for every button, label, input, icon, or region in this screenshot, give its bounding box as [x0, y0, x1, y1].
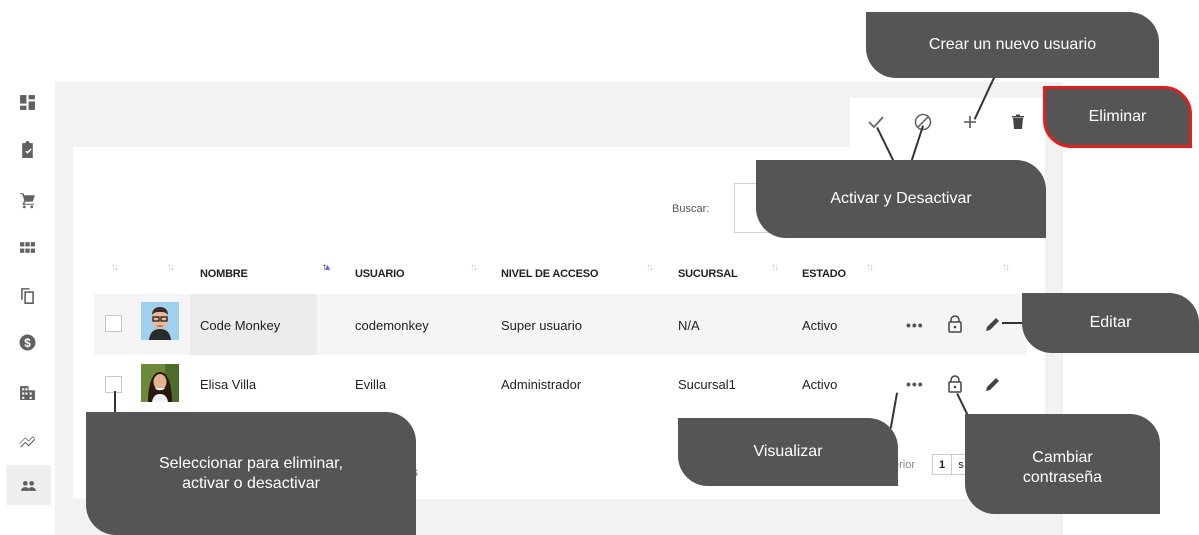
- deactivate-button[interactable]: [911, 110, 935, 134]
- column-header-usuario[interactable]: USUARIO: [355, 268, 405, 280]
- edit-button[interactable]: [983, 374, 1003, 394]
- sidebar-item-users[interactable]: [6, 465, 51, 505]
- callout-select-line1: Seleccionar para eliminar,: [158, 454, 344, 472]
- trash-icon: [1012, 114, 1024, 129]
- callout-view: Visualizar: [678, 418, 898, 486]
- cell-sucursal: Sucursal1: [678, 377, 736, 392]
- callout-activate-deactivate: Activar y Desactivar: [756, 160, 1046, 238]
- avatar: [141, 364, 179, 402]
- cell-sucursal: N/A: [678, 318, 700, 333]
- trending-icon: [19, 435, 35, 447]
- callout-edit: Editar: [1022, 293, 1199, 353]
- user-photo-icon: [141, 302, 179, 340]
- sidebar-item-grid[interactable]: [0, 227, 55, 267]
- sort-toggle-avatar-col[interactable]: ↑↓: [167, 262, 175, 273]
- activate-button[interactable]: [864, 110, 888, 134]
- callout-password-line2: contraseña: [1022, 469, 1103, 486]
- sidebar-item-finance[interactable]: $: [0, 322, 55, 362]
- edit-button[interactable]: [983, 314, 1003, 334]
- cell-usuario: Evilla: [355, 377, 387, 392]
- change-password-button[interactable]: [946, 314, 964, 334]
- callout-password-line1: Cambiar: [1032, 449, 1093, 466]
- cell-nombre: Code Monkey: [200, 318, 281, 333]
- users-icon: [21, 480, 36, 491]
- column-header-nombre[interactable]: NOMBRE: [200, 268, 248, 280]
- dashboard-icon: [20, 94, 35, 110]
- sort-toggle-checkbox-col[interactable]: ↑↓: [111, 262, 119, 273]
- sort-toggle-actions[interactable]: ↑↓: [1002, 262, 1010, 273]
- copy-icon: [21, 287, 34, 304]
- pagination-page-1[interactable]: 1: [932, 454, 952, 475]
- row-select-checkbox[interactable]: [105, 315, 122, 332]
- cell-nombre: Elisa Villa: [200, 377, 257, 392]
- column-header-sucursal[interactable]: SUCURSAL: [678, 268, 738, 280]
- check-icon: [868, 116, 884, 129]
- sort-toggle-estado[interactable]: ↑↓: [866, 262, 874, 273]
- callout-leader-edit: [1002, 322, 1024, 324]
- cell-estado: Activo: [802, 318, 838, 333]
- change-password-button[interactable]: [946, 374, 964, 394]
- sidebar-item-reports[interactable]: [0, 420, 55, 460]
- view-details-button[interactable]: •••: [906, 317, 924, 333]
- user-photo-icon: [141, 364, 179, 402]
- pencil-icon: [986, 378, 999, 391]
- sort-toggle-usuario[interactable]: ↑↓: [470, 262, 478, 273]
- sidebar-item-dashboard[interactable]: [0, 82, 55, 122]
- search-label: Buscar:: [672, 203, 710, 215]
- cell-usuario: codemonkey: [355, 318, 429, 333]
- sidebar-item-cart[interactable]: [0, 180, 55, 220]
- svg-text:$: $: [24, 336, 31, 349]
- view-details-button[interactable]: •••: [906, 376, 924, 392]
- sidebar-item-tasks[interactable]: [0, 129, 55, 169]
- cell-nivel: Super usuario: [501, 318, 582, 333]
- dollar-icon: $: [19, 334, 36, 350]
- sort-toggle-nivel[interactable]: ↑↓: [646, 262, 654, 273]
- callout-create-user: Crear un nuevo usuario: [866, 12, 1159, 78]
- sidebar: $: [0, 82, 55, 535]
- callout-select: Seleccionar para eliminar, activar o des…: [86, 412, 416, 535]
- column-header-estado[interactable]: ESTADO: [802, 268, 846, 280]
- building-icon: [20, 385, 35, 400]
- cell-nivel: Administrador: [501, 377, 582, 392]
- column-header-nivel[interactable]: NIVEL DE ACCESO: [501, 268, 598, 280]
- grid-icon: [20, 241, 35, 253]
- cell-estado: Activo: [802, 377, 838, 392]
- lock-icon: [948, 315, 962, 333]
- sidebar-item-copy[interactable]: [0, 275, 55, 315]
- lock-icon: [948, 375, 962, 393]
- callout-delete: Eliminar: [1043, 86, 1192, 148]
- sort-toggle-nombre[interactable]: ↑▴: [322, 262, 330, 273]
- delete-button[interactable]: [1006, 110, 1030, 134]
- avatar: [141, 302, 179, 340]
- callout-select-line2: activar o desactivar: [182, 474, 320, 492]
- callout-change-password: Cambiar contraseña: [965, 414, 1160, 514]
- row-select-checkbox[interactable]: [105, 376, 122, 393]
- pencil-icon: [986, 318, 999, 331]
- sidebar-item-branches[interactable]: [0, 372, 55, 412]
- clipboard-check-icon: [22, 140, 33, 158]
- sort-toggle-sucursal[interactable]: ↑↓: [771, 262, 779, 273]
- cart-icon: [20, 192, 35, 208]
